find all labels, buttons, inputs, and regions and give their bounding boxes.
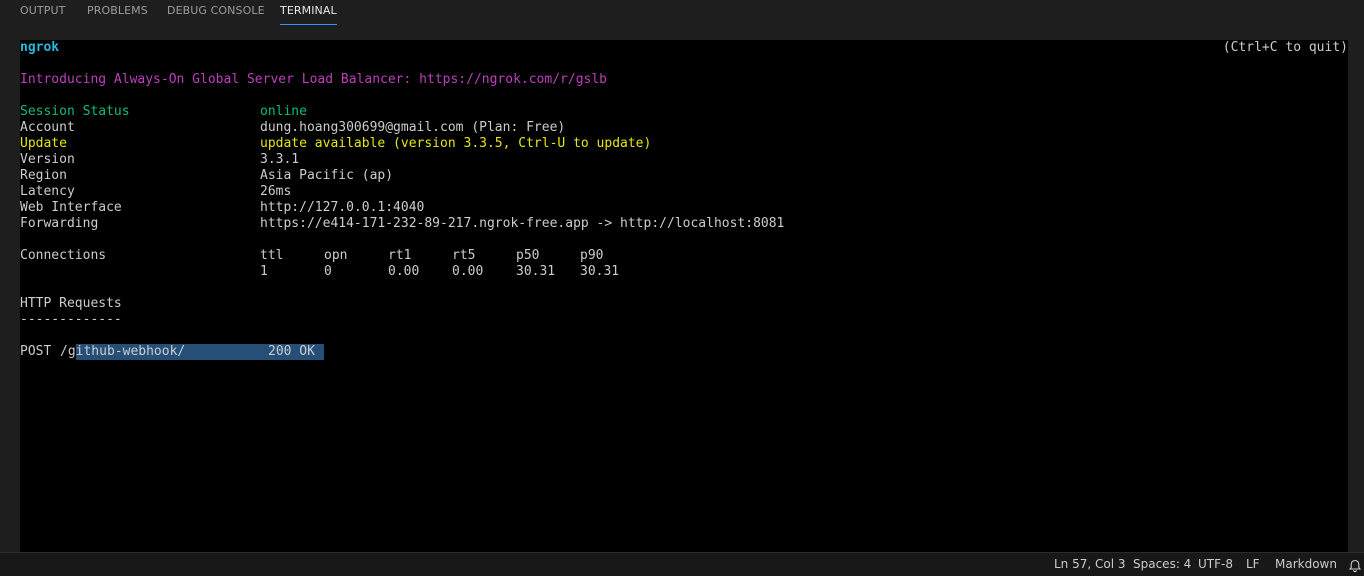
field-label-region: Region [20,168,67,183]
vscode-panel: OUTPUT PROBLEMS DEBUG CONSOLE TERMINAL n… [0,0,1364,576]
indentation-setting[interactable]: Spaces: 4 [1133,553,1191,576]
language-mode[interactable]: Markdown [1275,553,1337,576]
tab-terminal[interactable]: TERMINAL [280,4,337,25]
conn-value-opn: 0 [324,264,332,279]
conn-header-p50: p50 [516,248,540,263]
field-value-version: 3.3.1 [260,152,300,167]
tab-label: DEBUG CONSOLE [167,4,265,17]
http-requests-title: HTTP Requests [20,296,122,311]
tab-label: OUTPUT [20,4,66,17]
field-label-session-status: Session Status [20,104,130,119]
conn-header-opn: opn [324,248,348,263]
field-value-session-status: online [260,104,307,119]
tab-output[interactable]: OUTPUT [20,4,65,24]
http-requests-divider: ------------- [20,312,122,327]
field-label-web-interface: Web Interface [20,200,122,215]
terminal-view[interactable]: ngrok (Ctrl+C to quit) Introducing Alway… [20,40,1348,552]
field-value-account: dung.hoang300699@gmail.com (Plan: Free) [260,120,566,135]
status-bar: Ln 57, Col 3 Spaces: 4 UTF-8 LF Markdown [0,552,1364,576]
request-method: POST [20,344,52,359]
field-label-forwarding: Forwarding [20,216,99,231]
field-label-version: Version [20,152,75,167]
conn-value-rt5: 0.00 [452,264,484,279]
conn-header-rt1: rt1 [388,248,412,263]
cursor-position[interactable]: Ln 57, Col 3 [1054,553,1126,576]
conn-header-ttl: ttl [260,248,284,263]
field-value-forwarding[interactable]: https://e414-171-232-89-217.ngrok-free.a… [260,216,784,232]
field-value-latency: 26ms [260,184,292,199]
announcement-line: Introducing Always-On Global Server Load… [20,72,607,87]
http-request-row[interactable]: POST /github-webhook/ 200 OK [20,344,340,360]
conn-header-rt5: rt5 [452,248,476,263]
conn-value-p90: 30.31 [580,264,620,279]
tab-label: PROBLEMS [87,4,148,17]
connections-values-row: 1 0 0.00 0.00 30.31 30.31 [260,264,660,280]
field-value-region: Asia Pacific (ap) [260,168,394,183]
field-label-update: Update [20,136,67,151]
conn-value-rt1: 0.00 [388,264,420,279]
conn-value-p50: 30.31 [516,264,556,279]
request-status: 200 OK [268,344,315,359]
conn-header-p90: p90 [580,248,604,263]
conn-value-ttl: 1 [260,264,268,279]
bell-icon[interactable] [1348,558,1362,573]
request-path: /github-webhook/ [60,344,186,359]
connections-header-row: ttl opn rt1 rt5 p50 p90 [260,248,660,264]
active-tab-indicator [280,24,337,25]
field-value-web-interface[interactable]: http://127.0.0.1:4040 [260,200,424,216]
encoding-setting[interactable]: UTF-8 [1198,553,1233,576]
connections-label: Connections [20,248,107,263]
quit-hint: (Ctrl+C to quit) [1222,40,1348,55]
field-value-update: update available (version 3.3.5, Ctrl-U … [260,136,652,151]
panel-tab-bar: OUTPUT PROBLEMS DEBUG CONSOLE TERMINAL [0,0,1364,40]
eol-setting[interactable]: LF [1246,553,1260,576]
tab-problems[interactable]: PROBLEMS [87,4,148,24]
tab-label: TERMINAL [280,4,337,17]
field-label-latency: Latency [20,184,75,199]
ngrok-title: ngrok [20,40,60,55]
tab-debug-console[interactable]: DEBUG CONSOLE [167,4,265,24]
field-label-account: Account [20,120,75,135]
